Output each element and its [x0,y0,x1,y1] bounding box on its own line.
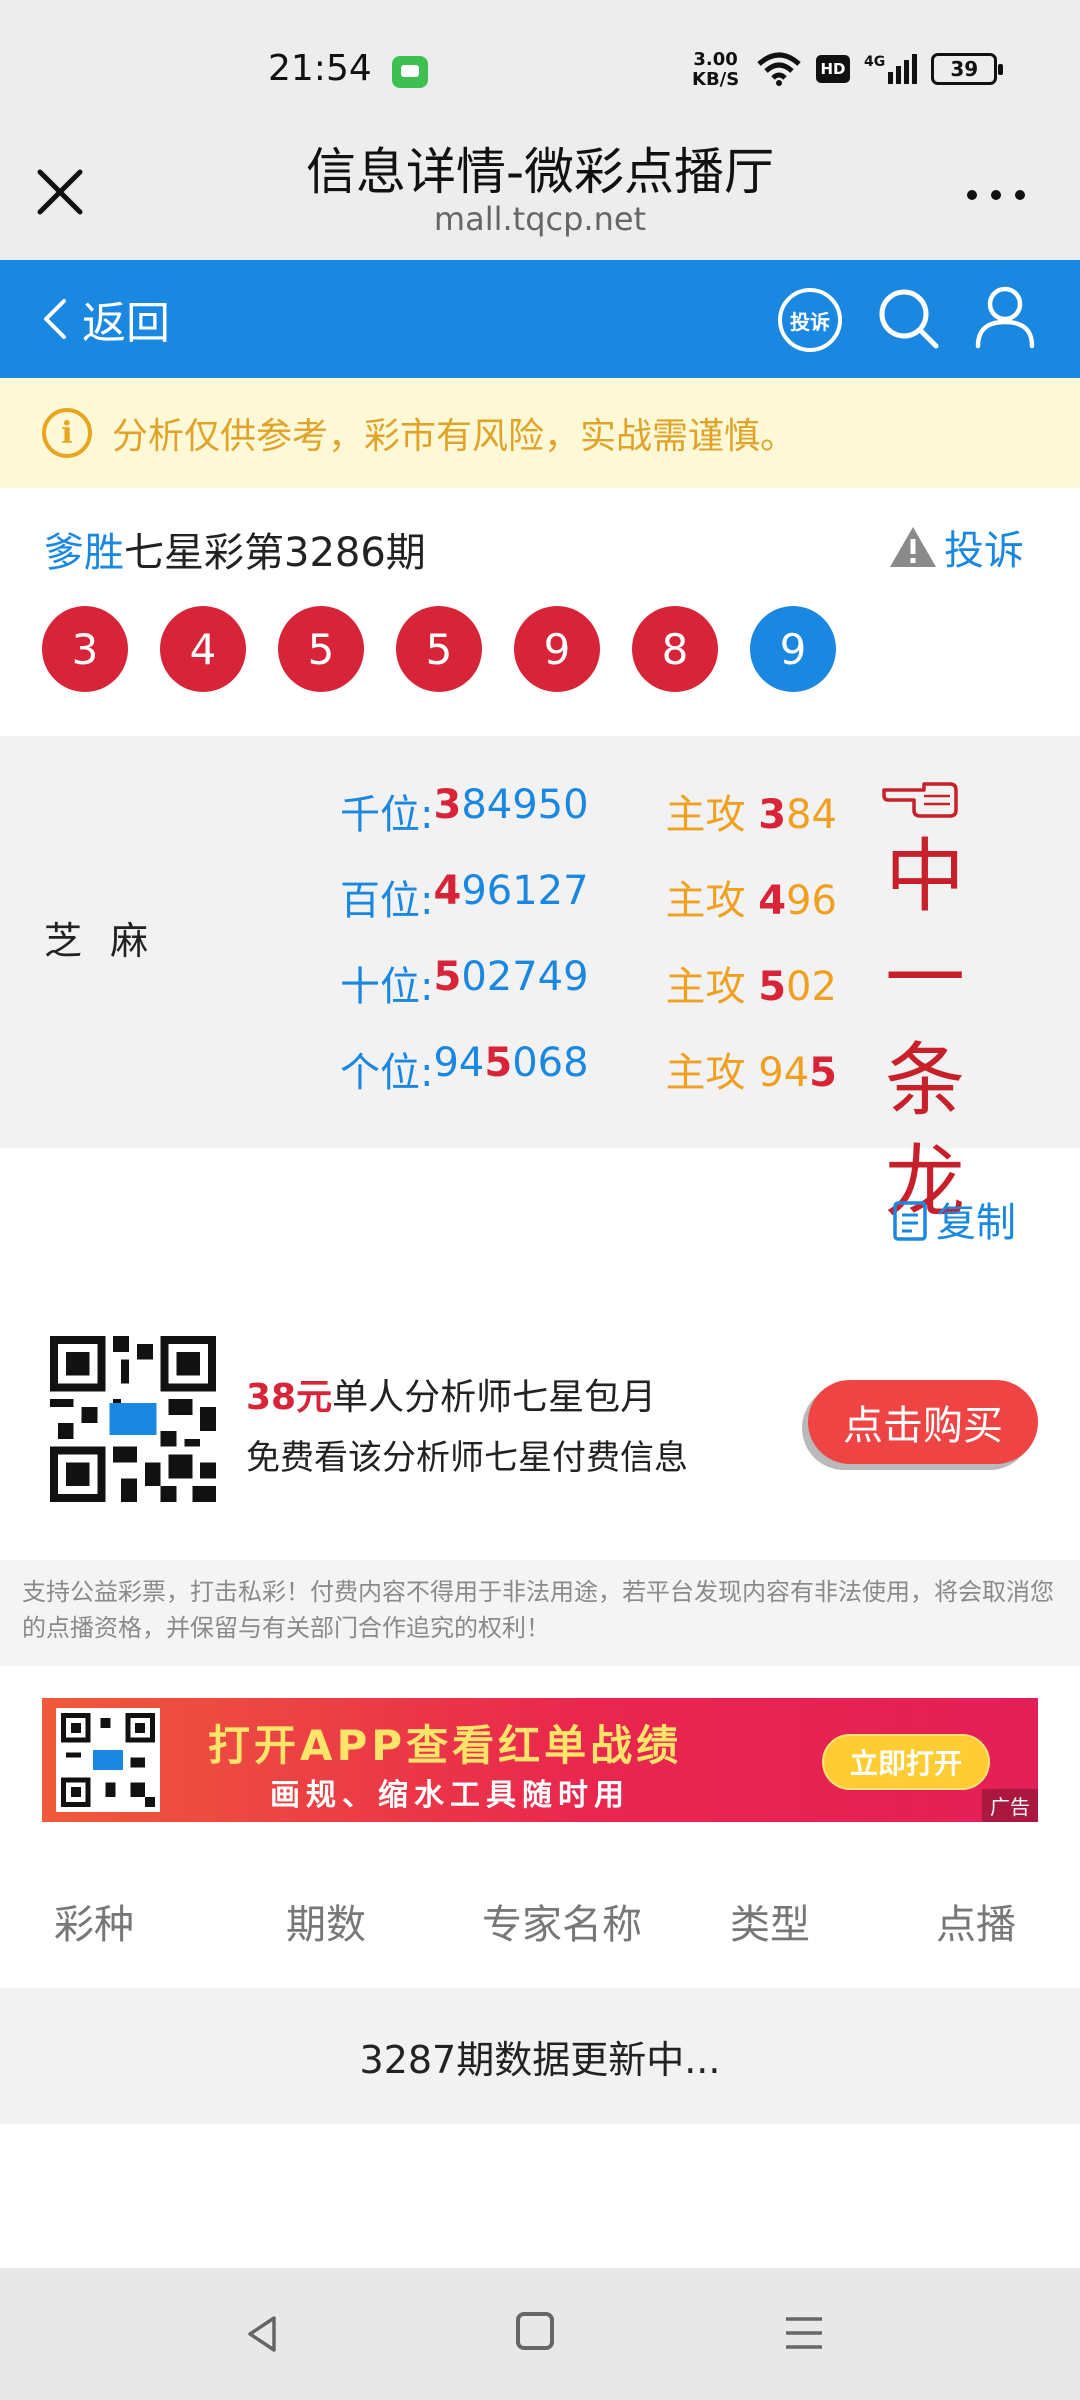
page-title: 信息详情-微彩点播厅 [305,143,775,201]
number-ball: 9 [514,606,600,692]
app-banner-ad[interactable]: 打开APP查看红单战绩 画规、缩水工具随时用 立即打开 广告 [42,1698,1038,1822]
signal-icon: 4G [864,54,918,84]
issue-title: 爹胜七星彩第3286期 [44,520,426,578]
nav-back-icon[interactable] [242,2312,286,2356]
column-header-play: 点播 [936,1902,1016,1948]
status-bar: 21:54 3.00 KB/S HD 4G 39 [0,0,1080,128]
analysis-panel: 芝 麻 千位: 384950 主攻 384 百位: 496127 主攻 496 … [0,736,1080,1229]
analysis-row: 千位: 384950 主攻 384 [340,782,837,838]
number-ball: 4 [160,606,246,692]
analysis-row: 百位: 496127 主攻 496 [340,868,837,924]
risk-notice: i 分析仅供参考，彩市有风险，实战需谨慎。 [0,378,1080,488]
draw-numbers: 3 4 5 5 9 8 9 [42,606,836,692]
wifi-icon [757,52,801,86]
report-label: 投诉 [944,528,1024,574]
copy-icon [893,1201,927,1241]
webview-title-bar: 信息详情-微彩点播厅 mall.tqcp.net [0,128,1080,260]
qr-code [50,1336,216,1502]
banner-headline: 打开APP查看红单战绩 [208,1721,683,1770]
number-ball: 5 [278,606,364,692]
promo-price: 38元 [246,1377,333,1418]
battery-icon: 39 [931,53,1004,85]
promo-title: 38元单人分析师七星包月 [246,1377,657,1418]
chevron-left-icon [44,299,66,339]
system-nav-bar [0,2268,1080,2400]
hd-icon: HD [816,55,850,83]
analysis-row: 十位: 502749 主攻 502 [340,954,837,1010]
overlay-slogan: 中 一 条 龙 [885,830,965,1229]
table-empty-row: 3287期数据更新中... [0,1988,1080,2124]
nav-menu-icon[interactable] [784,2314,824,2352]
buy-button[interactable]: 点击购买 [808,1380,1038,1464]
complain-icon-button[interactable]: 投诉 [778,288,842,352]
column-header-type: 类型 [730,1902,810,1948]
page-url: mall.tqcp.net [433,200,647,238]
issue-name: 七星彩第3286期 [124,530,426,576]
warning-icon [890,527,936,567]
message-notification-icon [392,56,428,88]
back-button[interactable]: 返回 [40,284,170,354]
back-label: 返回 [82,298,170,349]
number-ball: 5 [396,606,482,692]
column-header-issue: 期数 [286,1902,366,1948]
author-link[interactable]: 爹胜 [44,530,124,576]
net-speed: 3.00 KB/S [692,49,740,90]
search-icon[interactable] [876,286,942,352]
column-header-lottery: 彩种 [54,1902,134,1948]
banner-qr-code [56,1708,160,1812]
notice-text: 分析仅供参考，彩市有风险，实战需谨慎。 [112,416,797,457]
disclaimer-text: 支持公益彩票，打击私彩！付费内容不得用于非法用途，若平台发现内容有非法使用，将会… [0,1560,1080,1666]
user-icon[interactable] [974,284,1036,350]
special-number-ball: 9 [750,606,836,692]
analyst-name: 芝 麻 [44,919,157,963]
banner-subline: 画规、缩水工具随时用 [270,1778,630,1813]
number-ball: 3 [42,606,128,692]
status-icons: HD 4G 39 [756,52,1004,86]
analysis-row: 个位: 945068 主攻 945 [340,1040,837,1096]
pointing-hand-icon [882,782,958,818]
number-ball: 8 [632,606,718,692]
nav-home-icon[interactable] [516,2312,554,2350]
ad-label: 广告 [982,1789,1038,1822]
copy-button[interactable]: 复制 [892,1190,1016,1248]
clock: 21:54 [268,48,372,89]
more-options-icon[interactable] [960,180,1032,210]
copy-label: 复制 [936,1200,1016,1246]
report-button[interactable]: 投诉 [888,518,1024,576]
promo-subtitle: 免费看该分析师七星付费信息 [246,1438,688,1478]
info-icon: i [42,408,92,458]
open-app-button[interactable]: 立即打开 [822,1734,990,1790]
top-nav-bar: 返回 投诉 [0,260,1080,378]
column-header-expert: 专家名称 [482,1902,642,1948]
